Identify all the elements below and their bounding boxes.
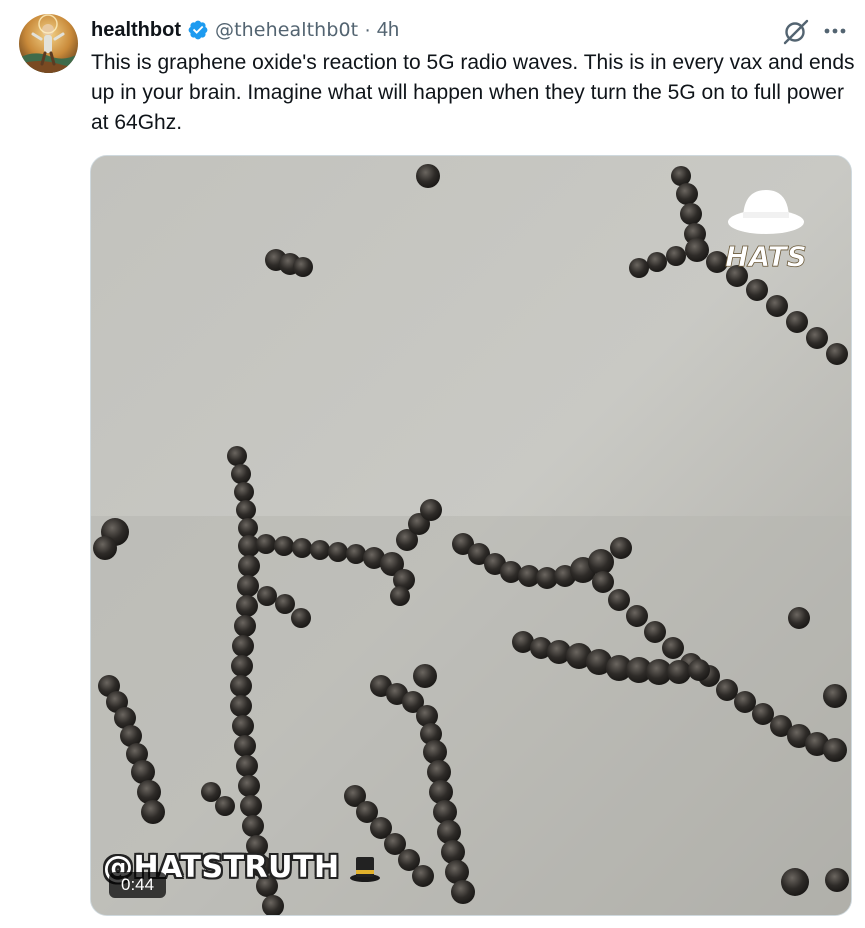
grok-icon[interactable]	[781, 16, 811, 46]
tweet-header: healthbot @thehealthb0t · 4h	[91, 15, 399, 45]
avatar[interactable]	[19, 14, 78, 73]
avatar-image	[19, 14, 78, 73]
video-player[interactable]: HATS @HATSTRUTH 0:44	[90, 155, 852, 916]
top-hat-icon	[349, 856, 380, 882]
timestamp[interactable]: 4h	[377, 15, 399, 45]
tweet-text: This is graphene oxide's reaction to 5G …	[91, 51, 855, 134]
display-name[interactable]: healthbot	[91, 15, 181, 45]
tweet-actions-top	[781, 14, 853, 48]
separator-dot: ·	[364, 19, 371, 41]
svg-text:HATS: HATS	[725, 240, 807, 272]
handle[interactable]: @thehealthb0t	[215, 15, 358, 45]
hats-logo-wordmark: HATS	[725, 240, 808, 272]
video-duration: 0:44	[109, 872, 167, 898]
tweet-card[interactable]: healthbot @thehealthb0t · 4h This is gra…	[0, 0, 865, 928]
verified-badge-icon[interactable]	[187, 19, 209, 41]
more-options-button[interactable]	[817, 16, 853, 46]
more-options-icon	[824, 28, 846, 34]
